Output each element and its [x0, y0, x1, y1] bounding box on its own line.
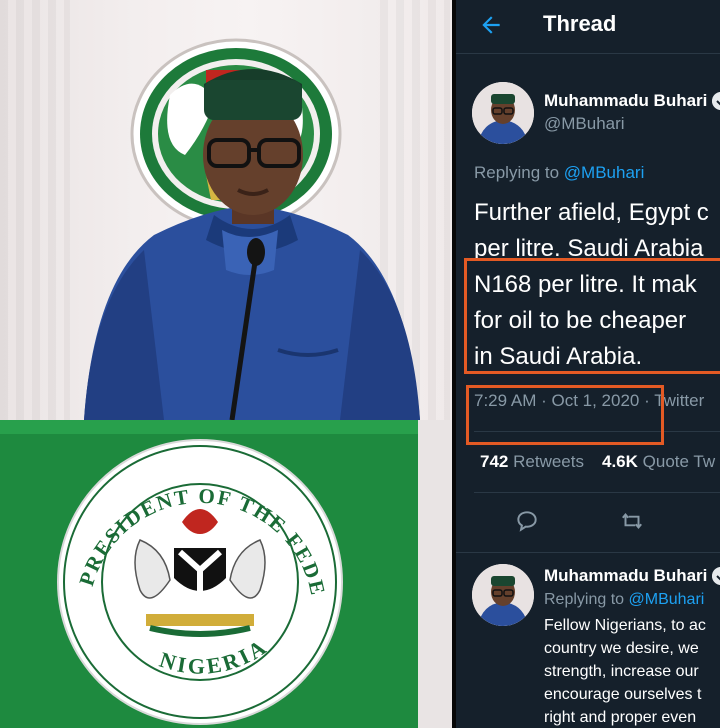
quotes-label[interactable]: Quote Tw	[643, 452, 715, 471]
avatar[interactable]	[472, 82, 534, 144]
reply-line: encourage ourselves t	[544, 686, 702, 703]
reply-line: right and proper even	[544, 709, 697, 726]
verified-badge-icon	[712, 567, 720, 585]
highlight-box-text	[464, 258, 720, 374]
arrow-left-icon[interactable]	[478, 12, 504, 38]
tweet-stats: 742 Retweets 4.6K Quote Tw	[480, 452, 715, 472]
mention-link[interactable]: @MBuhari	[629, 591, 705, 608]
replying-to: Replying to @MBuhari	[474, 163, 644, 183]
svg-text:PRESIDENT OF THE FEDERAL REPUB: PRESIDENT OF THE FEDERAL REPUBLIC	[0, 0, 330, 599]
speaker-photo: PRESIDENT OF THE FEDERAL REPUBLIC NIGERI…	[0, 0, 452, 728]
reply-replying-to: Replying to @MBuhari	[544, 591, 704, 609]
comment-icon[interactable]	[514, 508, 540, 534]
retweets-label[interactable]: Retweets	[513, 452, 584, 471]
replying-to-label: Replying to	[474, 163, 564, 182]
author-handle[interactable]: @MBuhari	[544, 114, 625, 134]
mention-link[interactable]: @MBuhari	[564, 163, 645, 182]
thread-header: Thread	[456, 0, 720, 54]
retweets-count[interactable]: 742	[480, 452, 508, 471]
reply-author-name[interactable]: Muhammadu Buhari	[544, 566, 707, 586]
retweet-icon[interactable]	[619, 508, 645, 534]
quotes-count[interactable]: 4.6K	[602, 452, 638, 471]
seal-lettering: PRESIDENT OF THE FEDERAL REPUBLIC NIGERI…	[0, 0, 330, 679]
divider	[474, 492, 720, 493]
page-title: Thread	[543, 11, 617, 36]
replying-to-label: Replying to	[544, 591, 629, 608]
highlight-box-timestamp	[466, 385, 664, 445]
reply-tweet-text: Fellow Nigerians, to ac country we desir…	[544, 614, 720, 728]
reply-line: country we desire, we	[544, 640, 699, 657]
tweet-line: Further afield, Egypt c	[474, 199, 709, 226]
avatar[interactable]	[472, 564, 534, 626]
reply-line: Fellow Nigerians, to ac	[544, 617, 706, 634]
verified-badge-icon	[712, 92, 720, 110]
divider	[456, 552, 720, 553]
reply-line: strength, increase our	[544, 663, 699, 680]
twitter-thread-panel: Thread Muhammadu Buhari @MBuhari Replyin…	[456, 0, 720, 728]
svg-text:NIGERIA: NIGERIA	[157, 633, 273, 679]
author-name[interactable]: Muhammadu Buhari	[544, 91, 707, 111]
